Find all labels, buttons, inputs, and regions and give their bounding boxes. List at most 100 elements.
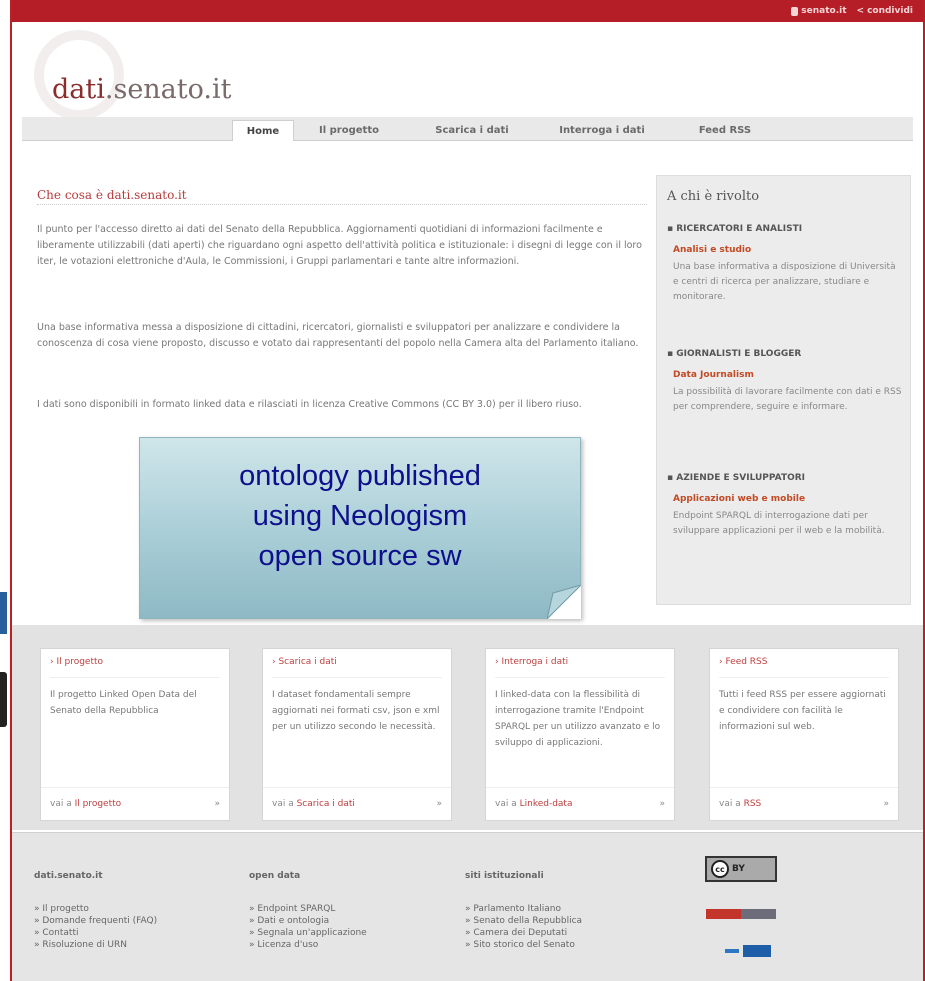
site-logo[interactable]: dati.senato.it [52, 74, 231, 105]
tab-scarica-i-dati[interactable]: Scarica i dati [422, 120, 522, 141]
card-heading[interactable]: › Interroga i dati [495, 657, 568, 667]
footer-link-label: Senato della Repubblica [473, 916, 583, 926]
card-footer-prefix: vai a [272, 799, 294, 809]
card-heading-label: Scarica i dati [278, 657, 337, 667]
share-label: condividi [867, 6, 913, 16]
intro-paragraph-3: I dati sono disponibili in formato linke… [37, 399, 582, 410]
edge-artifact-blue [0, 592, 7, 634]
footer-link-label: Camera dei Deputati [473, 928, 568, 938]
page-fold-icon [547, 585, 581, 619]
footer-link[interactable]: » Senato della Repubblica [465, 915, 582, 927]
share-button[interactable]: < condividi [857, 6, 913, 16]
footer-link-label: Contatti [42, 928, 79, 938]
card-heading[interactable]: › Il progetto [50, 657, 103, 667]
card-footer-text: vai a Scarica i dati [272, 799, 355, 809]
card-footer-prefix: vai a [495, 799, 517, 809]
intro-paragraph-2: Una base informativa messa a disposizion… [37, 322, 639, 349]
footer-link[interactable]: » Dati e ontologia [249, 915, 367, 927]
footer-link[interactable]: » Risoluzione di URN [34, 939, 157, 951]
card-footer-prefix: vai a [50, 799, 72, 809]
chevron-right-icon: » [659, 799, 665, 809]
card-footer-link[interactable]: Il progetto [75, 799, 122, 809]
sidebar-category-label: RICERCATORI E ANALISTI [676, 224, 803, 234]
chevron-right-icon: » [883, 799, 889, 809]
card-footer-link[interactable]: Scarica i dati [297, 799, 355, 809]
footer-link[interactable]: » Licenza d'uso [249, 939, 367, 951]
footer-link[interactable]: » Endpoint SPARQL [249, 903, 367, 915]
page-title: Che cosa è dati.senato.it [37, 188, 187, 202]
footer-link-label: Endpoint SPARQL [257, 904, 336, 914]
chevron-right-icon: » [436, 799, 442, 809]
sidebar-link-applicazioni[interactable]: Applicazioni web e mobile [673, 494, 805, 504]
footer-link[interactable]: » Sito storico del Senato [465, 939, 582, 951]
footer-link-label: Licenza d'uso [257, 940, 319, 950]
main-nav: Home Il progetto Scarica i dati Interrog… [22, 117, 913, 141]
footer-link-label: Domande frequenti (FAQ) [42, 916, 158, 926]
senato-link[interactable]: senato.it [791, 6, 847, 16]
card-heading-label: Feed RSS [725, 657, 768, 667]
header: dati.senato.it [12, 22, 923, 120]
card-divider [272, 677, 442, 678]
card-il-progetto: › Il progetto Il progetto Linked Open Da… [40, 648, 230, 821]
card-divider [50, 677, 220, 678]
ontology-callout: ontology published using Neologism open … [139, 437, 581, 619]
card-footer-text: vai a Linked-data [495, 799, 572, 809]
footer-link-label: Il progetto [42, 904, 89, 914]
card-footer[interactable]: vai a Linked-data » [486, 787, 674, 820]
cc-license-label: BY [732, 864, 745, 874]
sidebar-category-label: AZIENDE E SVILUPPATORI [676, 473, 806, 483]
top-bar: senato.it < condividi [12, 0, 923, 22]
footer-link[interactable]: » Segnala un'applicazione [249, 927, 367, 939]
building-icon [791, 6, 799, 16]
card-feed-rss: › Feed RSS Tutti i feed RSS per essere a… [709, 648, 899, 821]
card-footer[interactable]: vai a Scarica i dati » [263, 787, 451, 820]
card-footer-prefix: vai a [719, 799, 741, 809]
creative-commons-badge[interactable]: cc BY [705, 856, 777, 882]
cc-icon: cc [711, 860, 729, 878]
footer-link-label: Sito storico del Senato [473, 940, 575, 950]
footer-link[interactable]: » Camera dei Deputati [465, 927, 582, 939]
tab-il-progetto[interactable]: Il progetto [304, 120, 394, 141]
footer-heading: dati.senato.it [34, 871, 103, 881]
card-description: I dataset fondamentali sempre aggiornati… [272, 690, 440, 732]
footer-link[interactable]: » Il progetto [34, 903, 157, 915]
sidebar-category-label: GIORNALISTI E BLOGGER [676, 349, 802, 359]
callout-line: open source sw [258, 540, 462, 572]
footer-column-institutional: siti istituzionali » Parlamento Italiano… [465, 871, 582, 951]
sidebar-title: A chi è rivolto [667, 189, 760, 204]
edge-artifact-dark [0, 672, 7, 727]
w3c-badge-icon[interactable] [725, 944, 777, 957]
card-divider [719, 677, 889, 678]
card-footer-link[interactable]: RSS [744, 799, 762, 809]
rdf-badge-icon[interactable] [706, 909, 776, 919]
card-footer-text: vai a Il progetto [50, 799, 121, 809]
footer-heading: open data [249, 871, 301, 881]
title-divider [37, 204, 647, 205]
tab-feed-rss[interactable]: Feed RSS [685, 120, 765, 141]
card-description: Il progetto Linked Open Data del Senato … [50, 690, 197, 716]
footer-link-label: Segnala un'applicazione [257, 928, 367, 938]
audience-sidebar: A chi è rivolto ▪ RICERCATORI E ANALISTI… [656, 175, 911, 605]
callout-line: ontology published [239, 460, 481, 492]
card-interroga-i-dati: › Interroga i dati I linked-data con la … [485, 648, 675, 821]
tab-home[interactable]: Home [232, 120, 294, 141]
logo-main: dati [52, 74, 105, 105]
share-icon: < [856, 6, 865, 16]
card-footer-link[interactable]: Linked-data [520, 799, 573, 809]
sidebar-category-developers: ▪ AZIENDE E SVILUPPATORI [667, 473, 806, 483]
card-heading[interactable]: › Scarica i dati [272, 657, 337, 667]
card-description: Tutti i feed RSS per essere aggiornati e… [719, 690, 886, 732]
footer-link[interactable]: » Domande frequenti (FAQ) [34, 915, 157, 927]
footer-heading: siti istituzionali [465, 871, 544, 881]
footer-link[interactable]: » Parlamento Italiano [465, 903, 582, 915]
sidebar-link-analisi[interactable]: Analisi e studio [673, 245, 751, 255]
senato-link-label: senato.it [801, 6, 847, 16]
card-footer[interactable]: vai a RSS » [710, 787, 898, 820]
card-heading[interactable]: › Feed RSS [719, 657, 767, 667]
tab-interroga-i-dati[interactable]: Interroga i dati [547, 120, 657, 141]
sidebar-link-data-journalism[interactable]: Data Journalism [673, 370, 754, 380]
footer-link[interactable]: » Contatti [34, 927, 157, 939]
card-footer[interactable]: vai a Il progetto » [41, 787, 229, 820]
footer-link-label: Dati e ontologia [257, 916, 330, 926]
card-heading-label: Interroga i dati [501, 657, 569, 667]
